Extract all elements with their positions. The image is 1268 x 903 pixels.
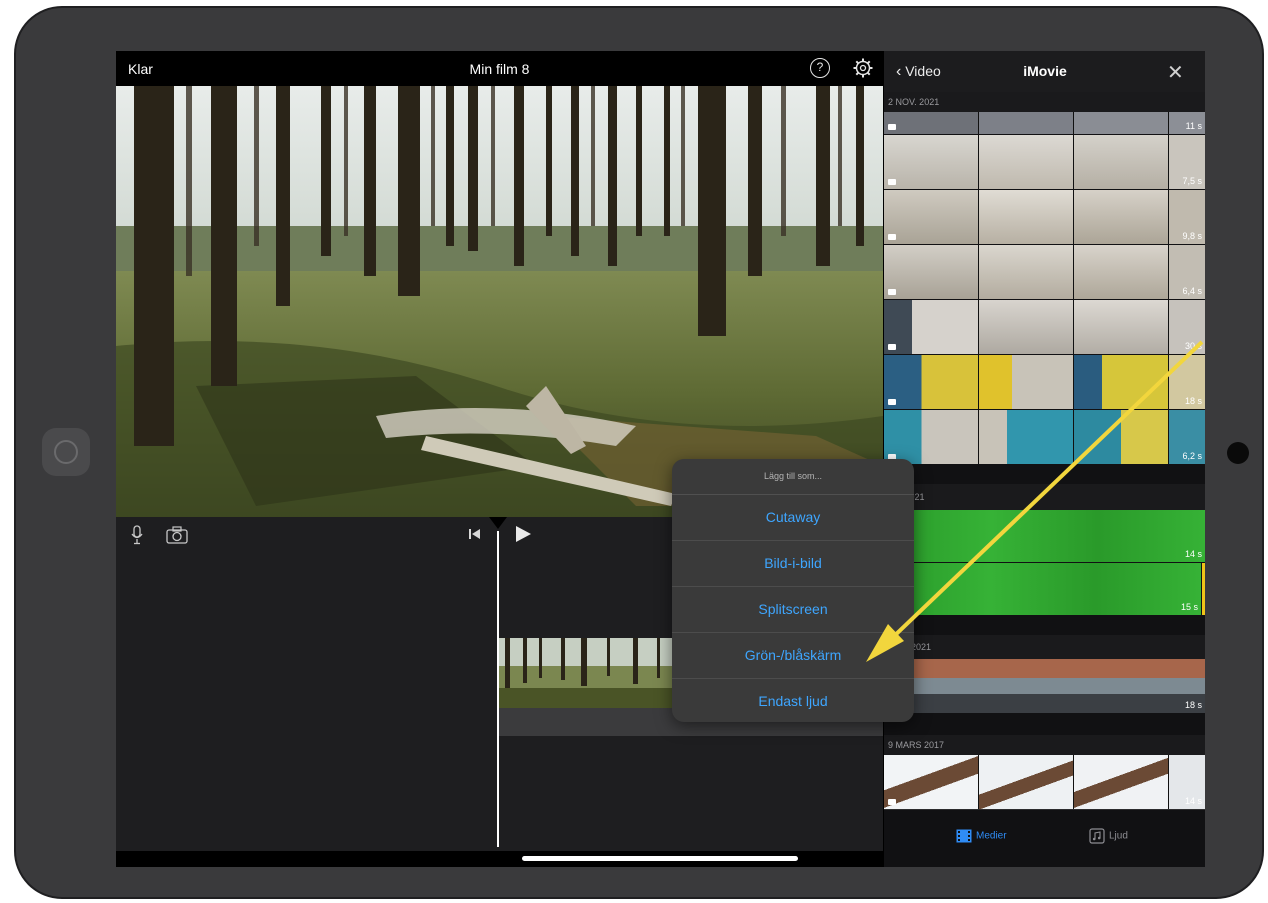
tab-audio[interactable]: Ljud (1089, 828, 1128, 844)
media-row[interactable]: 30 s (884, 300, 1205, 354)
clip-duration: 14 s (1184, 549, 1202, 559)
date-header: … R. 2021 (884, 635, 1205, 659)
video-thumbnail (884, 112, 979, 134)
video-thumbnail (979, 755, 1074, 809)
video-thumbnail (1074, 410, 1169, 464)
media-row[interactable]: 11 s (884, 112, 1205, 134)
play-icon[interactable] (514, 525, 532, 543)
video-thumbnail (979, 135, 1074, 189)
video-thumbnail (884, 190, 979, 244)
video-thumbnail (1074, 190, 1169, 244)
media-browser: ‹ Video iMovie ✕ 2 NOV. 2021 11 s 7,5 s (883, 51, 1205, 867)
video-icon (888, 179, 896, 185)
media-row[interactable]: 9,8 s (884, 190, 1205, 244)
video-thumbnail (979, 245, 1074, 299)
video-thumbnail (1074, 755, 1169, 809)
home-indicator[interactable] (522, 856, 798, 861)
music-note-icon (1089, 828, 1105, 844)
video-viewer[interactable] (116, 86, 883, 517)
clip-duration: 18 s (1184, 700, 1202, 710)
clip-duration: 30 s (1184, 341, 1202, 351)
ipad-screen: Klar Min film 8 ? ‹ Video iMovie ✕ 2 NOV… (116, 51, 1205, 867)
tab-media[interactable]: Medier (956, 828, 1007, 844)
browser-title: iMovie (1023, 63, 1067, 79)
video-thumbnail (1074, 245, 1169, 299)
video-icon (888, 234, 896, 240)
menu-item-green-blue-screen[interactable]: Grön-/blåskärm (672, 633, 914, 679)
media-row[interactable]: 14 s (884, 755, 1205, 809)
menu-item-picture-in-picture[interactable]: Bild-i-bild (672, 541, 914, 587)
menu-item-cutaway[interactable]: Cutaway (672, 495, 914, 541)
camera-icon[interactable] (166, 526, 188, 544)
skip-to-start-icon[interactable] (469, 528, 481, 540)
media-row[interactable]: 14 s (884, 510, 1205, 562)
media-row[interactable]: 6,2 s (884, 410, 1205, 464)
date-header: 9 MARS 2017 (884, 735, 1205, 755)
video-icon (888, 799, 896, 805)
microphone-icon[interactable] (130, 525, 144, 545)
browser-tab-bar: Medier Ljud (884, 809, 1205, 867)
media-row-selected[interactable]: 15 s (884, 563, 1205, 615)
tab-media-label: Medier (976, 830, 1007, 842)
video-thumbnail (884, 135, 979, 189)
clip-duration: 11 s (1185, 121, 1202, 131)
video-thumbnail (884, 410, 979, 464)
project-title: Min film 8 (469, 61, 530, 77)
clip-duration: 14 s (1184, 796, 1202, 806)
browser-header: ‹ Video iMovie ✕ (884, 51, 1205, 92)
video-icon (888, 124, 896, 130)
media-row[interactable]: 18 s (884, 355, 1205, 409)
clip-duration: 6,2 s (1182, 451, 1202, 461)
video-thumbnail (1074, 135, 1169, 189)
video-thumbnail (979, 410, 1074, 464)
film-icon (956, 829, 972, 843)
video-thumbnail (884, 245, 979, 299)
media-row[interactable]: 7,5 s (884, 135, 1205, 189)
date-header: 2 NOV. 2021 (884, 92, 1205, 112)
date-header: … . 2021 (884, 484, 1205, 510)
video-thumbnail (1074, 355, 1169, 409)
video-thumbnail (979, 300, 1074, 354)
add-as-popover: Lägg till som... Cutaway Bild-i-bild Spl… (672, 459, 914, 722)
home-button-ring (54, 440, 78, 464)
video-thumbnail (1074, 112, 1169, 134)
video-thumbnail (884, 755, 979, 809)
greenscreen-thumbnail (884, 563, 1202, 615)
close-icon[interactable]: ✕ (1167, 60, 1184, 85)
tab-audio-label: Ljud (1109, 830, 1128, 842)
greenscreen-thumbnail (884, 510, 1205, 562)
playhead-marker (489, 517, 507, 529)
front-camera (1227, 442, 1249, 464)
video-icon (888, 344, 896, 350)
video-thumbnail (884, 300, 979, 354)
clip-duration: 18 s (1184, 396, 1202, 406)
video-thumbnail (884, 355, 979, 409)
menu-item-splitscreen[interactable]: Splitscreen (672, 587, 914, 633)
project-top-bar: Klar Min film 8 ? (116, 51, 883, 86)
video-thumbnail (979, 355, 1074, 409)
media-row[interactable]: 18 s (884, 659, 1205, 713)
gear-icon[interactable] (852, 57, 874, 79)
clip-duration: 7,5 s (1182, 176, 1202, 186)
menu-item-audio-only[interactable]: Endast ljud (672, 679, 914, 722)
clip-duration: 15 s (1180, 602, 1198, 612)
video-icon (888, 399, 896, 405)
video-thumbnail (979, 112, 1074, 134)
video-icon (888, 289, 896, 295)
video-thumbnail (884, 659, 1205, 713)
video-thumbnail (1074, 300, 1169, 354)
clip-duration: 6,4 s (1182, 286, 1202, 296)
home-button[interactable] (42, 428, 90, 476)
popover-header: Lägg till som... (672, 459, 914, 495)
media-row[interactable]: 6,4 s (884, 245, 1205, 299)
video-thumbnail (979, 190, 1074, 244)
help-icon[interactable]: ? (810, 58, 830, 78)
clip-duration: 9,8 s (1182, 231, 1202, 241)
